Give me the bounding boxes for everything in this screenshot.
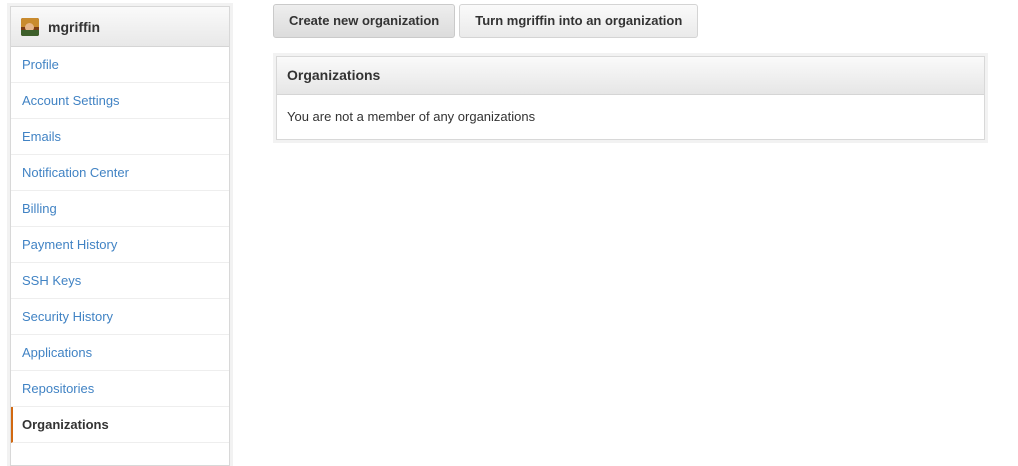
sidebar-item-organizations[interactable]: Organizations xyxy=(11,407,229,443)
turn-into-organization-button[interactable]: Turn mgriffin into an organization xyxy=(459,4,699,38)
sidebar-item-payment-history[interactable]: Payment History xyxy=(11,227,229,263)
sidebar-item-profile[interactable]: Profile xyxy=(11,47,229,83)
settings-nav: Profile Account Settings Emails Notifica… xyxy=(11,47,229,443)
organization-actions: Create new organization Turn mgriffin in… xyxy=(273,4,702,38)
organizations-empty-message: You are not a member of any organization… xyxy=(287,109,536,124)
sidebar-item-emails[interactable]: Emails xyxy=(11,119,229,155)
sidebar-item-billing[interactable]: Billing xyxy=(11,191,229,227)
create-organization-button[interactable]: Create new organization xyxy=(273,4,456,38)
sidebar-header[interactable]: mgriffin xyxy=(11,7,229,47)
sidebar-item-account-settings[interactable]: Account Settings xyxy=(11,83,229,119)
sidebar-item-applications[interactable]: Applications xyxy=(11,335,229,371)
sidebar-item-repositories[interactable]: Repositories xyxy=(11,371,229,407)
sidebar-item-ssh-keys[interactable]: SSH Keys xyxy=(11,263,229,299)
username: mgriffin xyxy=(48,18,101,35)
organizations-box: Organizations You are not a member of an… xyxy=(276,56,985,140)
organizations-box-title: Organizations xyxy=(277,57,984,95)
sidebar-item-notification-center[interactable]: Notification Center xyxy=(11,155,229,191)
sidebar-item-security-history[interactable]: Security History xyxy=(11,299,229,335)
avatar xyxy=(21,17,39,36)
settings-sidebar: mgriffin Profile Account Settings Emails… xyxy=(10,6,230,466)
